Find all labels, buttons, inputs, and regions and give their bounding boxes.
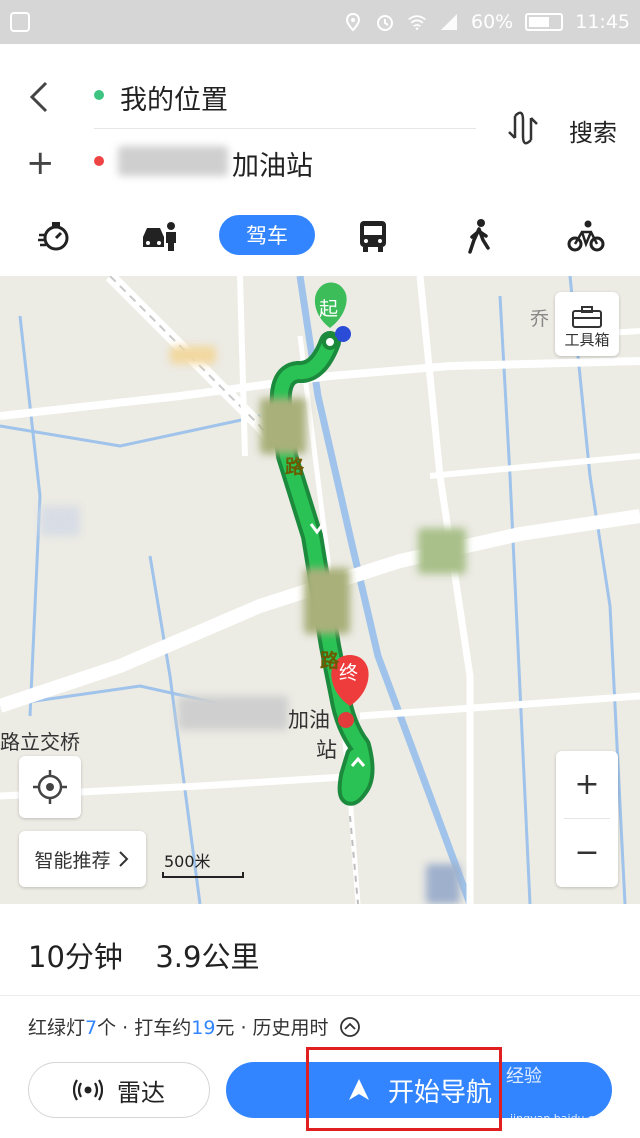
blurred-label-5 — [178, 696, 288, 730]
input-divider — [94, 128, 476, 129]
blurred-poi-4 — [170, 346, 216, 364]
destination-field[interactable]: 加油站 — [232, 144, 313, 183]
radar-label: 雷达 — [117, 1078, 165, 1107]
panel-divider — [0, 995, 640, 996]
smart-recommend-label: 智能推荐 — [34, 849, 111, 872]
blurred-poi-3 — [418, 528, 466, 574]
stopwatch-icon — [38, 222, 69, 251]
back-arrow-icon[interactable] — [26, 80, 56, 114]
end-marker-label: 终 — [339, 662, 359, 684]
taxi-fare: 19 — [191, 1017, 216, 1039]
radar-icon — [73, 1079, 103, 1101]
bus-icon — [360, 221, 386, 252]
blurred-poi-1 — [260, 398, 306, 454]
blurred-poi-2 — [304, 568, 350, 634]
origin-field[interactable]: 我的位置 — [120, 78, 228, 117]
locate-button[interactable] — [19, 756, 81, 818]
zoom-in-button[interactable]: + — [556, 751, 618, 818]
destination-dot — [94, 156, 104, 166]
toolbox-button[interactable]: 工具箱 — [555, 292, 619, 356]
poi-gas-station-label-1: 加油 — [288, 708, 330, 732]
mode-walk[interactable] — [457, 216, 501, 256]
toolbox-icon — [572, 306, 602, 328]
blurred-label-7 — [426, 864, 460, 904]
route-summary[interactable]: 10分钟 3.9公里 — [28, 934, 259, 976]
chevron-right-icon — [118, 851, 128, 867]
toolbox-label: 工具箱 — [564, 331, 610, 349]
search-button[interactable]: 搜索 — [569, 113, 617, 148]
scale-label: 500米 — [164, 852, 211, 871]
route-distance: 3.9公里 — [155, 940, 260, 974]
fare-suffix: 元 · 历史用时 — [215, 1017, 329, 1039]
mode-bike[interactable] — [564, 216, 608, 256]
mode-fastest[interactable] — [32, 216, 76, 256]
mode-drive[interactable]: 驾车 — [219, 215, 315, 255]
status-bar: 60% 11:45 — [0, 0, 640, 44]
signal-icon — [441, 14, 457, 30]
route-time: 10分钟 — [28, 940, 123, 974]
alarm-icon — [377, 15, 393, 31]
mode-bus[interactable] — [351, 216, 395, 256]
destination-blurred-name — [118, 146, 228, 176]
road-label-1: 路 — [285, 456, 305, 478]
annotation-highlight-box — [306, 1047, 502, 1131]
map-corner-label: 乔 — [530, 308, 550, 330]
car-person-icon — [143, 222, 176, 251]
map-view[interactable]: 起 终 路 路 加油 站 路立交桥 乔 — [0, 276, 640, 904]
walk-icon — [468, 219, 490, 254]
battery-icon — [525, 13, 564, 31]
bike-icon — [567, 220, 605, 252]
location-icon — [345, 12, 361, 32]
origin-dot — [94, 90, 104, 100]
road-label-2: 路 — [320, 650, 340, 672]
traffic-lights-prefix: 红绿灯 — [28, 1017, 86, 1039]
expand-chevron-icon[interactable] — [339, 1016, 361, 1038]
locate-icon — [33, 770, 67, 804]
traffic-lights-count: 7 — [85, 1017, 98, 1039]
zoom-out-button[interactable]: − — [556, 819, 618, 886]
start-marker-label: 起 — [319, 298, 339, 320]
wifi-icon — [408, 15, 426, 30]
mode-ride-hailing[interactable] — [138, 216, 182, 256]
zoom-control: + − — [556, 751, 618, 887]
poi-gas-station-label-2: 站 — [316, 738, 337, 762]
route-info[interactable]: 红绿灯7个 · 打车约19元 · 历史用时 — [28, 1013, 361, 1040]
smart-recommend-button[interactable]: 智能推荐 — [19, 831, 146, 887]
radar-button[interactable]: 雷达 — [28, 1062, 210, 1118]
bridge-label: 路立交桥 — [0, 730, 80, 754]
swap-route-icon[interactable] — [505, 110, 541, 146]
app-notification-icon — [10, 12, 30, 32]
status-right: 60% 11:45 — [343, 0, 630, 44]
traffic-lights-suffix: 个 · 打车约 — [97, 1017, 192, 1039]
clock: 11:45 — [575, 11, 630, 33]
watermark-text: 经验 — [506, 1066, 542, 1087]
add-waypoint-icon[interactable]: + — [26, 146, 55, 180]
blurred-label-6 — [40, 506, 80, 536]
scale-bar — [162, 872, 244, 878]
watermark-url: jingyan.baidu.com — [510, 1112, 612, 1125]
battery-percent: 60% — [471, 11, 514, 33]
